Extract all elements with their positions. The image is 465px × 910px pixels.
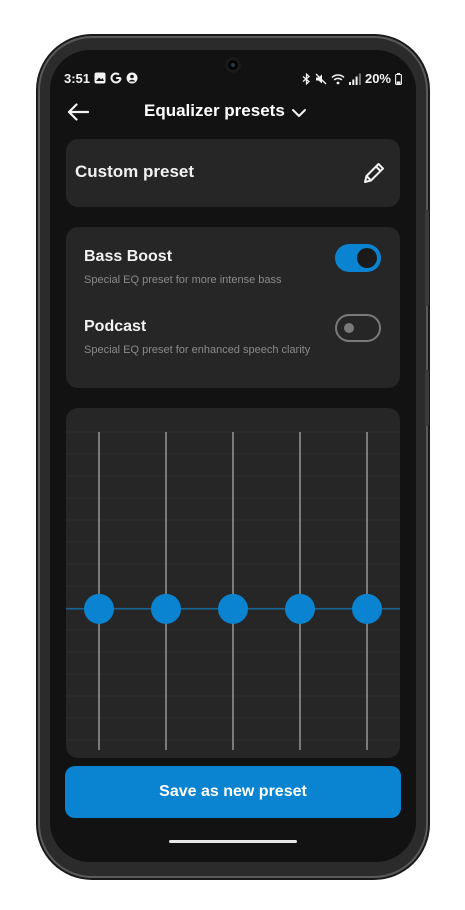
- image-icon: [94, 72, 106, 84]
- status-bar: 3:51 20%: [50, 70, 416, 90]
- home-indicator[interactable]: [169, 840, 297, 843]
- back-button[interactable]: [64, 98, 92, 126]
- preset-toggles-card: Bass Boost Special EQ preset for more in…: [66, 227, 400, 388]
- preset-title: Podcast: [84, 318, 147, 335]
- mute-icon: [315, 73, 327, 84]
- volume-button: [425, 370, 429, 426]
- equalizer-panel: [66, 408, 400, 758]
- eq-band-thumb[interactable]: [151, 593, 181, 624]
- podcast-toggle[interactable]: [335, 314, 381, 342]
- toggle-knob: [357, 248, 377, 268]
- edit-preset-button[interactable]: [360, 159, 388, 187]
- battery-percent: 20%: [364, 71, 391, 86]
- custom-preset-card[interactable]: Custom preset: [66, 139, 400, 207]
- battery-icon: [395, 72, 402, 85]
- signal-icon: [348, 73, 361, 85]
- screen: 3:51 20% Equalizer presets Custom preset…: [50, 50, 416, 862]
- account-icon: [126, 72, 138, 84]
- eq-band-thumb[interactable]: [218, 593, 248, 624]
- chevron-down-icon[interactable]: [290, 104, 308, 122]
- preset-description: Special EQ preset for enhanced speech cl…: [84, 344, 311, 356]
- eq-band-thumb[interactable]: [84, 593, 114, 624]
- save-as-new-preset-button[interactable]: Save as new preset: [65, 766, 401, 818]
- eq-band-thumb[interactable]: [352, 593, 382, 624]
- wifi-icon: [331, 73, 345, 84]
- custom-preset-label: Custom preset: [75, 162, 195, 181]
- arrow-left-icon: [67, 103, 89, 121]
- google-icon: [110, 72, 122, 84]
- preset-description: Special EQ preset for more intense bass: [84, 274, 282, 286]
- bass-boost-toggle[interactable]: [335, 244, 381, 272]
- status-right: 20%: [302, 71, 402, 86]
- app-bar: Equalizer presets: [50, 94, 416, 130]
- pencil-icon: [364, 163, 384, 183]
- toggle-knob: [344, 323, 354, 333]
- equalizer-sliders[interactable]: [66, 408, 400, 758]
- page-title[interactable]: Equalizer presets: [144, 101, 285, 121]
- status-time: 3:51: [64, 71, 91, 86]
- status-left-icons: [94, 72, 138, 84]
- power-button: [425, 210, 429, 306]
- eq-band-thumb[interactable]: [285, 593, 315, 624]
- preset-title: Bass Boost: [84, 248, 173, 265]
- bluetooth-icon: [302, 72, 310, 85]
